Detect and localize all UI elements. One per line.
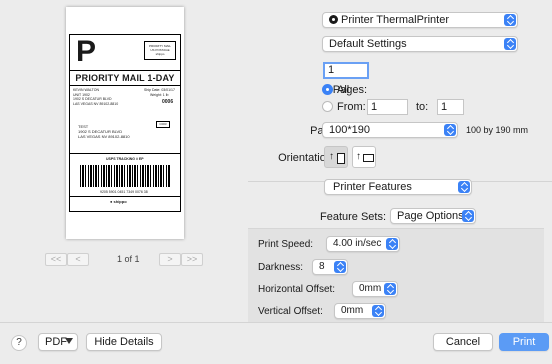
logo-text: shippo [113,199,127,204]
portrait-orientation-button[interactable]: ↑ [324,146,348,168]
pdf-label: PDF [45,336,67,348]
horizontal-offset-label: Horizontal Offset: [258,284,336,295]
chevron-updown-icon [384,283,396,295]
presets-value: Default Settings [329,38,407,50]
horizontal-offset-select[interactable]: 0mm [352,281,398,297]
darkness-value: 8 [319,261,325,272]
tracking-barcode [80,165,170,187]
chevron-updown-icon [372,305,384,317]
portrait-page-icon [337,153,345,164]
vertical-offset-label: Vertical Offset: [258,306,323,317]
service-letter: P [76,35,97,68]
pages-to-input[interactable]: 1 [437,99,464,115]
last-page-button[interactable]: >> [181,253,203,266]
print-speed-label: Print Speed: [258,239,314,250]
chevron-updown-icon [444,124,456,136]
preview-page: P PRIORITY MAIL US POSTAGE shippo PRIORI… [66,7,184,239]
label-divider [70,153,180,154]
next-page-button[interactable]: > [159,253,181,266]
label-header: P PRIORITY MAIL US POSTAGE shippo [70,35,180,71]
chevron-updown-icon [504,38,516,50]
hide-details-button[interactable]: Hide Details [86,333,162,351]
paper-size-value: 100*190 [329,124,370,136]
darkness-label: Darkness: [258,262,304,273]
pages-to-label: to: [416,101,429,113]
print-preview-pane: P PRIORITY MAIL US POSTAGE shippo PRIORI… [0,0,248,322]
horizontal-offset-value: 0mm [359,283,382,294]
chevron-updown-icon [386,238,398,250]
feature-sets-select[interactable]: Page Options [390,208,476,224]
darkness-select[interactable]: 8 [312,259,348,275]
pages-all-label: All [337,84,350,96]
section-value: Printer Features [333,181,412,193]
chevron-updown-icon [334,261,346,273]
service-name: PRIORITY MAIL 1-DAY [75,73,175,83]
printer-icon [329,15,338,24]
print-settings-pane: Printer: Printer ThermalPrinter Presets:… [248,0,552,322]
feature-options-group: Print Speed: 4.00 in/sec Darkness: 8 Hor… [248,228,544,322]
shippo-logo: ● shippo [110,199,127,204]
vertical-offset-value: 0mm [341,305,364,316]
portrait-figure-icon: ↑ [329,151,334,162]
label-box-code: C003 [156,121,170,128]
prev-page-button[interactable]: < [67,253,89,266]
ship-date: Ship Date: 03/01/17 [144,88,175,92]
recipient-address: 1902 S DECATUR BLVD LAS VEGAS NV 89102-8… [78,129,130,139]
cancel-button[interactable]: Cancel [433,333,493,351]
page-navigator: << < 1 of 1 > >> [45,253,203,266]
print-speed-value: 4.00 in/sec [333,238,382,249]
landscape-orientation-button[interactable]: ↑ [352,146,376,168]
copies-input[interactable]: 1 [323,62,369,79]
section-select[interactable]: Printer Features [324,179,472,195]
presets-select[interactable]: Default Settings [322,36,518,52]
postage-stamp: PRIORITY MAIL US POSTAGE shippo [144,41,176,60]
feature-sets-label: Feature Sets: [320,211,387,223]
paper-size-select[interactable]: 100*190 [322,122,458,138]
tracking-title: USPS TRACKING # EP [106,157,144,161]
feature-sets-value: Page Options [397,210,464,222]
vertical-offset-select[interactable]: 0mm [334,303,386,319]
pages-from-input[interactable]: 1 [367,99,408,115]
page-indicator: 1 of 1 [117,254,140,264]
pdf-menu-button[interactable]: PDF [38,333,78,351]
pages-from-label: From: [337,101,366,113]
label-divider [70,85,180,86]
print-speed-select[interactable]: 4.00 in/sec [326,236,400,252]
chevron-updown-icon [458,181,470,193]
dropdown-caret-icon [65,338,73,344]
pages-range-radio[interactable] [322,101,333,112]
dialog-footer: ? PDF Hide Details Cancel Print [0,322,552,364]
print-button[interactable]: Print [499,333,549,351]
label-code: 0006 [162,99,174,105]
printer-value: Printer ThermalPrinter [341,14,449,26]
first-page-button[interactable]: << [45,253,67,266]
shipping-label: P PRIORITY MAIL US POSTAGE shippo PRIORI… [69,34,181,212]
ship-weight: Weight: 1 lb [150,93,169,97]
tracking-number: 9205 5901 0451 7349 0076 38 [100,190,148,194]
label-divider [70,196,180,197]
landscape-page-icon [363,154,374,162]
chevron-updown-icon [504,14,516,26]
sender-address: KEVIN WALTON UNIT 1902 1902 S DECATUR BL… [73,88,119,106]
help-button[interactable]: ? [11,335,27,351]
landscape-figure-icon: ↑ [356,151,361,162]
printer-select[interactable]: Printer ThermalPrinter [322,12,518,28]
chevron-updown-icon [462,210,474,222]
paper-size-description: 100 by 190 mm [466,125,529,135]
pages-all-radio[interactable] [322,84,333,95]
